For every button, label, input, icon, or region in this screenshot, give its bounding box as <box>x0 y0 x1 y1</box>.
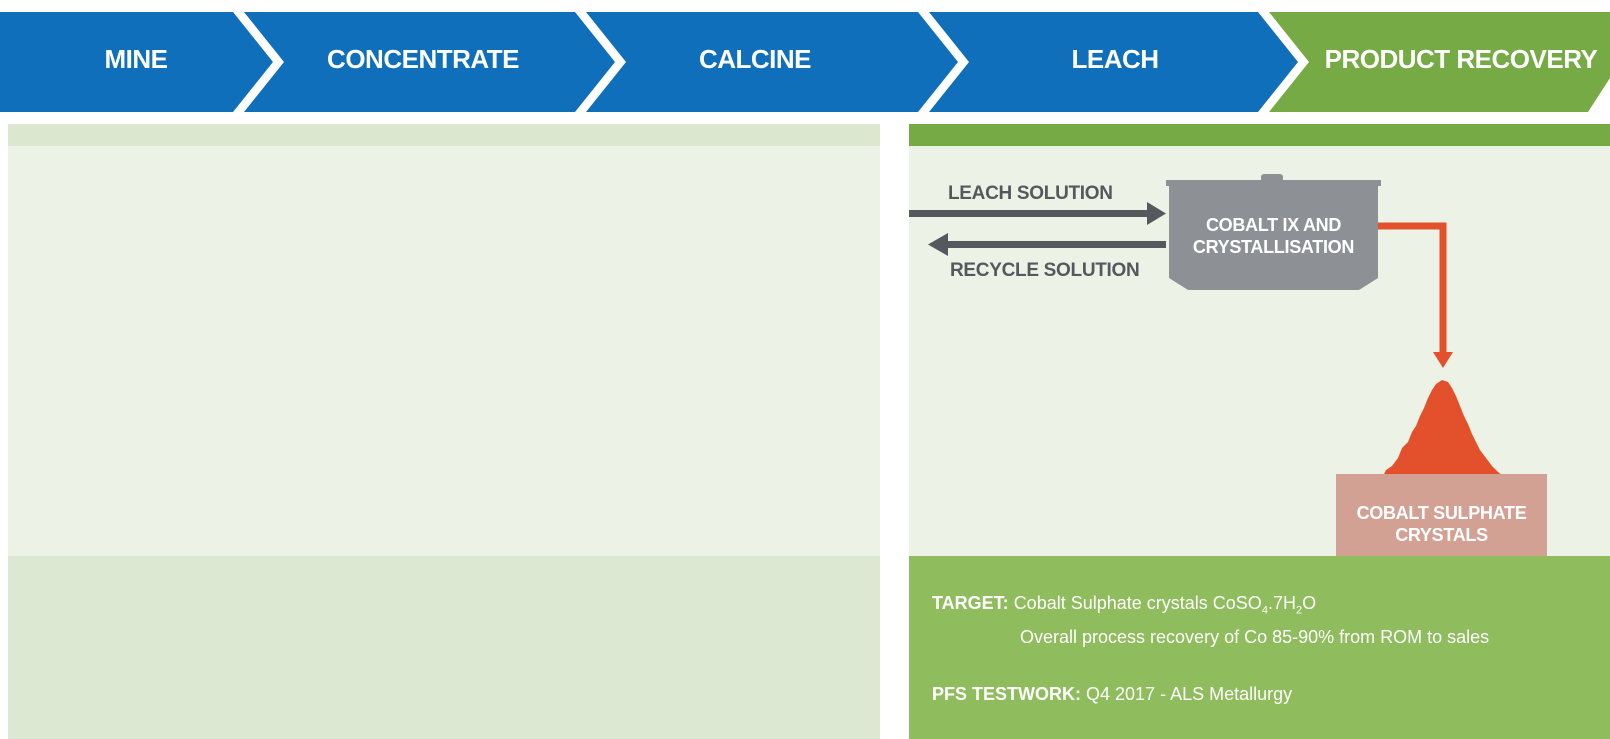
target-line: TARGET: Cobalt Sulphate crystals CoSO4.7… <box>932 593 1316 617</box>
leach-solution-label: LEACH SOLUTION <box>948 183 1113 204</box>
pfs-value: Q4 2017 - ALS Metallurgy <box>1086 684 1293 704</box>
recycle-solution-arrow <box>928 233 1166 256</box>
vessel-label: COBALT IX AND CRYSTALLISATION <box>1169 214 1378 258</box>
recycle-solution-label: RECYCLE SOLUTION <box>950 260 1140 281</box>
pfs-testwork-line: PFS TESTWORK: Q4 2017 - ALS Metallurgy <box>932 684 1292 705</box>
product-label: COBALT SULPHATE CRYSTALS <box>1336 502 1547 546</box>
pfs-key: PFS TESTWORK: <box>932 684 1081 704</box>
vessel-label-line2: CRYSTALLISATION <box>1192 237 1355 257</box>
target-value: Cobalt Sulphate crystals CoSO4.7H2O <box>1013 593 1317 617</box>
target-line-2: Overall process recovery of Co 85-90% fr… <box>1020 627 1490 647</box>
product-label-line2: CRYSTALS <box>1395 525 1488 545</box>
target-key: TARGET: <box>932 593 1009 613</box>
leach-solution-arrow <box>909 202 1166 225</box>
product-flow-arrow <box>1378 222 1453 368</box>
vessel-label-line1: COBALT IX AND <box>1205 215 1342 235</box>
product-label-line1: COBALT SULPHATE <box>1356 503 1527 523</box>
crystal-pile-icon <box>1376 380 1514 482</box>
